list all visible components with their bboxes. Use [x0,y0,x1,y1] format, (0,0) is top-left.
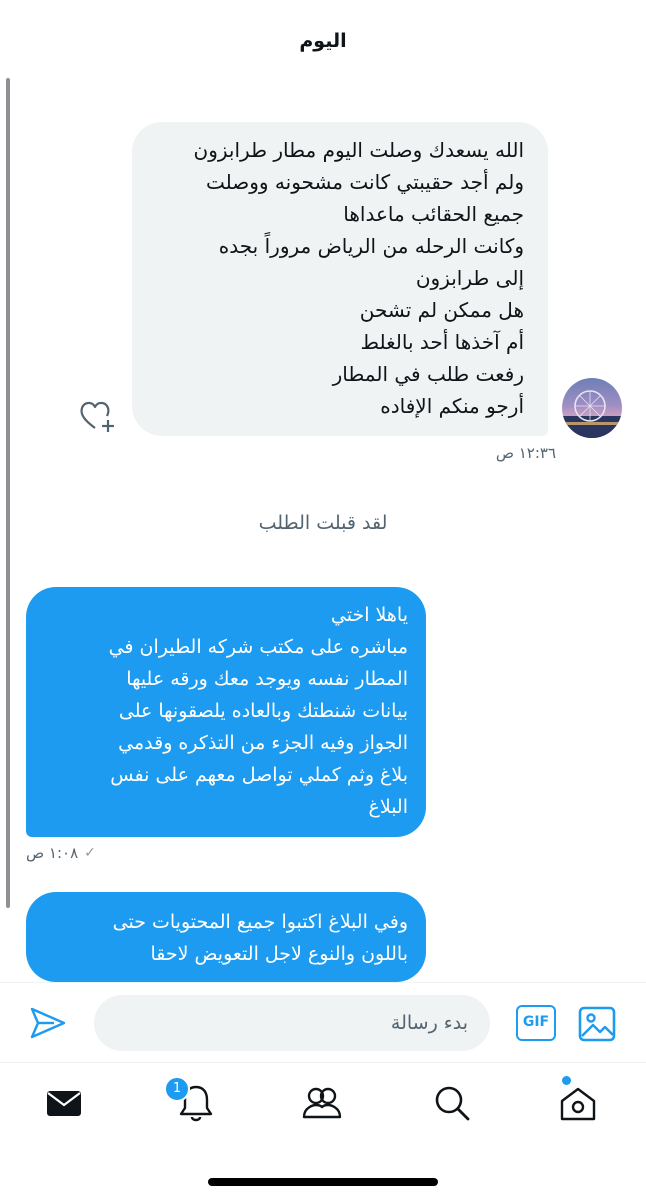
message-line: الجواز وفيه الجزء من التذكره وقدمي [118,732,408,754]
message-line: بلاغ وثم كملي تواصل معهم على نفس [110,764,408,786]
message-line: ولم أجد حقيبتي كانت مشحونه ووصلت [206,170,524,194]
request-accepted-notice: لقد قبلت الطلب [258,512,388,534]
message-line: المطار نفسه ويوجد معك ورقه عليها [126,668,408,690]
message-line: ياهلا اختي [330,604,408,626]
message-line: بيانات شنطتك وبالعاده يلصقونها على [118,700,408,722]
message-line: إلى طرابزون [415,266,524,290]
incoming-message-bubble[interactable]: الله يسعدك وصلت اليوم مطار طرابزون ولم أ… [132,122,548,436]
bottom-tab-bar [0,1062,646,1153]
message-line: وفي البلاغ اكتبوا جميع المحتويات حتى [112,911,408,933]
search-icon[interactable] [430,1081,474,1125]
message-line: أم آخذها أحد بالغلط [360,330,525,354]
home-indicator [208,1178,438,1186]
message-timestamp: ١٢:٣٦ ص [495,444,556,462]
message-line: وكانت الرحله من الرياض مروراً بجده [218,234,524,258]
sent-check-icon: ✓ [84,845,96,861]
message-line: باللون والنوع لاجل التعويض لاحقا [150,943,408,965]
outgoing-message-bubble[interactable]: وفي البلاغ اكتبوا جميع المحتويات حتى بال… [26,892,426,982]
scrollbar[interactable] [6,78,10,908]
avatar[interactable] [562,378,622,438]
date-header: اليوم [299,30,347,52]
messages-icon[interactable] [42,1081,86,1125]
notification-badge: 1 [164,1076,190,1102]
message-line: مباشره على مكتب شركه الطيران في [108,636,408,658]
home-icon[interactable] [556,1081,600,1125]
heart-add-icon[interactable] [78,398,118,434]
message-meta: ١:٠٨ ص ✓ [26,844,96,862]
send-icon[interactable] [28,1003,68,1043]
message-line: رفعت طلب في المطار [332,362,524,386]
gif-button[interactable]: GIF [516,1005,556,1041]
message-line: هل ممكن لم تشحن [359,298,524,322]
message-line: الله يسعدك وصلت اليوم مطار طرابزون [193,138,524,162]
communities-icon[interactable] [300,1081,344,1125]
message-line: البلاغ [368,796,408,818]
message-composer: GIF [0,982,646,1061]
message-input[interactable] [94,995,490,1051]
home-new-dot [562,1076,571,1085]
message-line: أرجو منكم الإفاده [380,394,524,418]
outgoing-message-bubble[interactable]: ياهلا اختي مباشره على مكتب شركه الطيران … [26,587,426,837]
image-icon[interactable] [576,1003,618,1045]
message-timestamp: ١:٠٨ ص [26,844,79,862]
message-line: جميع الحقائب ماعداها [343,202,524,226]
